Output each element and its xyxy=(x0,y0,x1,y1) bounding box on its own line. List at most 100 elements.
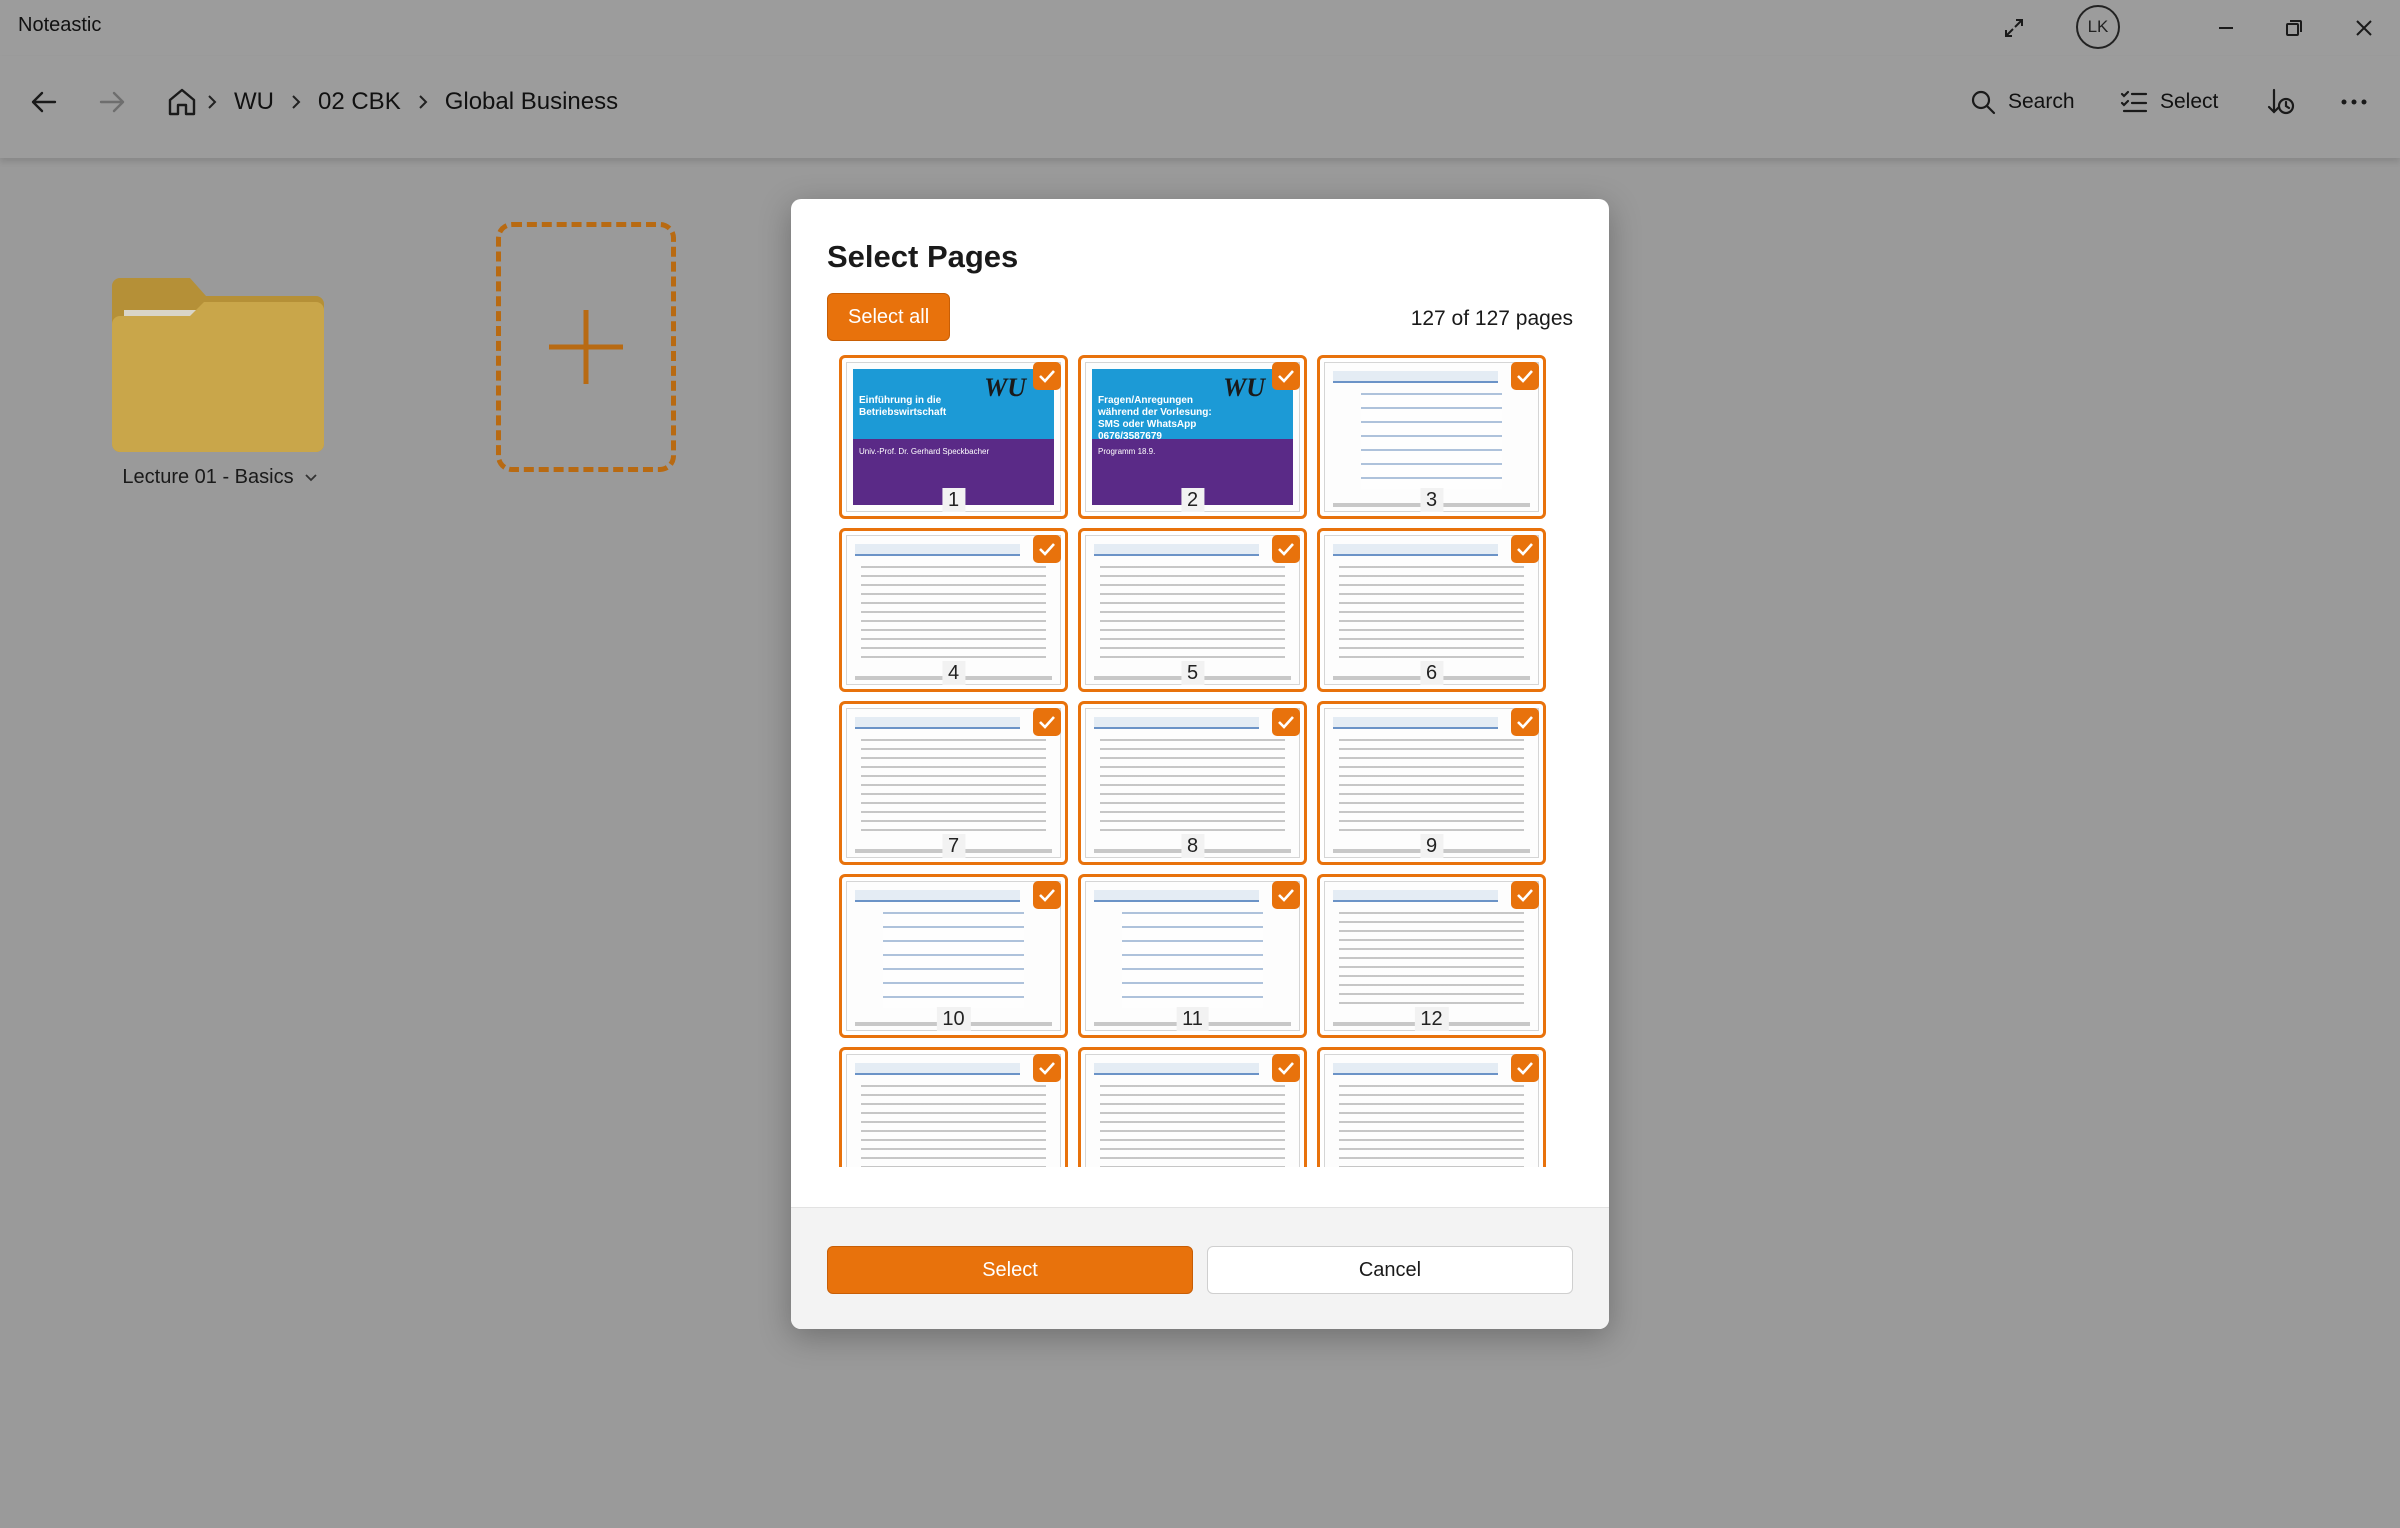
page-thumbnail[interactable]: WU Einführung in die Betriebswirtschaft Un… xyxy=(839,355,1068,519)
nav-bar: WU 02 CBK Global Business Search Select xyxy=(0,56,2400,158)
folder-label-wrap[interactable]: Lecture 01 - Basics xyxy=(100,466,340,489)
checkmark-icon[interactable] xyxy=(1511,708,1539,736)
page-grid-scroll[interactable]: WU Einführung in die Betriebswirtschaft Un… xyxy=(827,355,1573,1167)
slide-heading: Fragen/Anregungen während der Vorlesung:… xyxy=(1098,395,1212,442)
page-thumbnail[interactable]: 11 xyxy=(1078,874,1307,1038)
slide-content xyxy=(1100,739,1285,833)
slide-title-bar xyxy=(1333,890,1498,902)
slide-content xyxy=(861,566,1046,660)
breadcrumb: WU 02 CBK Global Business xyxy=(206,86,620,118)
arrow-right-icon[interactable] xyxy=(88,78,136,126)
select-pages-dialog: Select Pages Select all 127 of 127 pages… xyxy=(791,199,1609,1329)
wu-logo: WU xyxy=(984,373,1026,402)
slide-content xyxy=(883,912,1024,1008)
page-thumbnail[interactable]: 12 xyxy=(1317,874,1546,1038)
breadcrumb-item-02-cbk[interactable]: 02 CBK xyxy=(316,86,403,118)
close-icon[interactable] xyxy=(2340,6,2388,50)
slide-content xyxy=(1100,1085,1285,1167)
add-notebook-button[interactable] xyxy=(496,222,676,472)
page-thumbnail[interactable]: 9 xyxy=(1317,701,1546,865)
restore-icon[interactable] xyxy=(2270,6,2318,50)
app-title: Noteastic xyxy=(18,14,102,36)
select-list-icon xyxy=(2120,90,2148,113)
page-number: 1 xyxy=(941,488,966,512)
page-number: 2 xyxy=(1180,488,1205,512)
page-thumbnail[interactable]: 7 xyxy=(839,701,1068,865)
slide-content xyxy=(1361,393,1502,489)
expand-icon[interactable] xyxy=(1990,6,2038,50)
breadcrumb-item-global-business[interactable]: Global Business xyxy=(443,86,620,118)
minimize-icon[interactable] xyxy=(2202,6,2250,50)
cancel-button[interactable]: Cancel xyxy=(1207,1246,1573,1294)
wu-logo: WU xyxy=(1223,373,1265,402)
slide-title-bar xyxy=(855,544,1020,556)
slide-heading: Einführung in die Betriebswirtschaft xyxy=(859,395,947,418)
checkmark-icon[interactable] xyxy=(1272,1054,1300,1082)
slide-title-bar xyxy=(1333,371,1498,383)
page-thumbnail[interactable]: 5 xyxy=(1078,528,1307,692)
chevron-right-icon xyxy=(206,94,218,110)
page-number: 3 xyxy=(1419,488,1444,512)
checkmark-icon[interactable] xyxy=(1033,1054,1061,1082)
chevron-down-icon[interactable] xyxy=(304,473,318,483)
slide-title-bar xyxy=(1094,890,1259,902)
slide-title-bar xyxy=(1094,1063,1259,1075)
arrow-left-icon[interactable] xyxy=(20,78,68,126)
search-icon xyxy=(1971,90,1996,115)
page-thumbnail[interactable]: 13 xyxy=(839,1047,1068,1167)
slide-title-bar xyxy=(855,1063,1020,1075)
slide-content xyxy=(1339,1085,1524,1167)
page-thumbnail[interactable]: 8 xyxy=(1078,701,1307,865)
page-thumbnail[interactable]: 6 xyxy=(1317,528,1546,692)
slide-title-bar xyxy=(1094,717,1259,729)
page-thumbnail[interactable]: 3 xyxy=(1317,355,1546,519)
checkmark-icon[interactable] xyxy=(1272,362,1300,390)
page-number: 11 xyxy=(1176,1007,1209,1031)
checkmark-icon[interactable] xyxy=(1033,535,1061,563)
select-confirm-button[interactable]: Select xyxy=(827,1246,1193,1294)
page-thumbnail[interactable]: 4 xyxy=(839,528,1068,692)
dialog-title: Select Pages xyxy=(827,239,1019,274)
select-button[interactable]: Select xyxy=(2120,82,2218,122)
select-all-button[interactable]: Select all xyxy=(827,293,951,341)
slide-title-bar xyxy=(855,890,1020,902)
slide-subtext: Univ.-Prof. Dr. Gerhard Speckbacher xyxy=(859,447,990,456)
sort-clock-icon[interactable] xyxy=(2266,82,2296,122)
slide-title-bar xyxy=(1333,1063,1498,1075)
page-thumbnail[interactable]: 10 xyxy=(839,874,1068,1038)
slide-title-bar xyxy=(1333,544,1498,556)
dialog-footer: Select Cancel xyxy=(791,1207,1609,1329)
page-number: 9 xyxy=(1419,834,1444,858)
checkmark-icon[interactable] xyxy=(1033,708,1061,736)
checkmark-icon[interactable] xyxy=(1511,881,1539,909)
title-bar: Noteastic LK xyxy=(0,0,2400,56)
slide-content xyxy=(1122,912,1263,1008)
checkmark-icon[interactable] xyxy=(1033,881,1061,909)
breadcrumb-item-wu[interactable]: WU xyxy=(232,86,276,118)
page-number: 6 xyxy=(1419,661,1444,685)
page-thumbnail[interactable]: WU Fragen/Anregungen während der Vorlesun… xyxy=(1078,355,1307,519)
page-thumbnail[interactable]: 14 xyxy=(1078,1047,1307,1167)
more-icon[interactable] xyxy=(2340,82,2368,122)
plus-icon xyxy=(549,310,623,384)
slide-content xyxy=(1100,566,1285,660)
page-preview xyxy=(1324,1054,1539,1167)
slide-content xyxy=(1339,739,1524,833)
chevron-right-icon xyxy=(290,94,302,110)
checkmark-icon[interactable] xyxy=(1272,708,1300,736)
checkmark-icon[interactable] xyxy=(1272,535,1300,563)
slide-subtext: Programm 18.9. xyxy=(1098,447,1156,456)
checkmark-icon[interactable] xyxy=(1511,1054,1539,1082)
home-icon[interactable] xyxy=(158,78,206,126)
checkmark-icon[interactable] xyxy=(1511,535,1539,563)
checkmark-icon[interactable] xyxy=(1272,881,1300,909)
search-button[interactable]: Search xyxy=(1970,82,2075,122)
checkmark-icon[interactable] xyxy=(1033,362,1061,390)
page-number: 7 xyxy=(941,834,966,858)
avatar[interactable]: LK xyxy=(2076,5,2120,49)
folder-label: Lecture 01 - Basics xyxy=(122,466,294,488)
page-count: 127 of 127 pages xyxy=(1410,307,1573,330)
page-thumbnail[interactable]: 15 xyxy=(1317,1047,1546,1167)
slide-title-bar xyxy=(1333,717,1498,729)
checkmark-icon[interactable] xyxy=(1511,362,1539,390)
